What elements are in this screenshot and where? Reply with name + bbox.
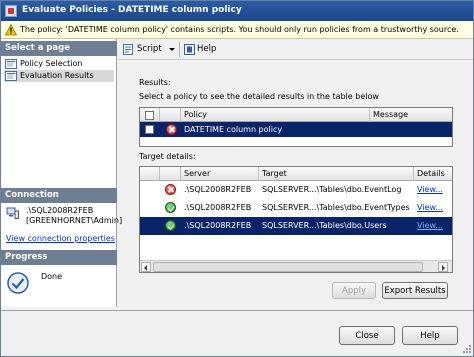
chevron-down-icon[interactable] xyxy=(169,48,175,51)
done-check-icon xyxy=(7,272,29,294)
target-name: SQLSERVER...\Tables\dbo.EventLog xyxy=(262,185,402,194)
view-details-link[interactable]: View... xyxy=(414,199,452,217)
left-pane: Select a page Policy Selection Evaluatio… xyxy=(1,39,122,307)
status-column-header xyxy=(160,167,181,181)
connection-user: [GREENHORNET\Admin] xyxy=(26,216,123,225)
results-grid-header: Policy Message xyxy=(140,108,452,122)
toolbar: Script Help xyxy=(118,39,473,60)
scrollbar-thumb[interactable] xyxy=(153,262,423,272)
policy-icon xyxy=(5,5,17,17)
policy-message xyxy=(370,122,452,137)
nav-item-label: Evaluation Results xyxy=(20,71,94,80)
horizontal-scrollbar[interactable] xyxy=(140,260,452,272)
nav-item-policy-selection[interactable]: Policy Selection xyxy=(4,58,114,70)
success-icon xyxy=(165,202,176,213)
page-icon xyxy=(5,59,17,69)
target-name: SQLSERVER...\Tables\dbo.Users xyxy=(262,221,387,230)
toolbar-separator xyxy=(179,42,180,57)
script-label: Script xyxy=(137,44,162,54)
info-message: The policy: 'DATETIME column policy' con… xyxy=(20,25,459,34)
help-button[interactable]: Help xyxy=(402,326,458,345)
target-row[interactable]: .\SQL2008R2FEB SQLSERVER...\Tables\dbo.U… xyxy=(140,217,452,235)
details-column-header[interactable]: Details xyxy=(414,167,452,181)
target-row[interactable]: .\SQL2008R2FEB SQLSERVER...\Tables\dbo.E… xyxy=(140,181,452,199)
connection-server: .\SQL2008R2FEB xyxy=(26,206,94,215)
bottom-divider xyxy=(1,310,473,311)
message-column-header[interactable]: Message xyxy=(370,108,452,122)
close-button[interactable]: Close xyxy=(339,326,395,345)
help-label: Help xyxy=(197,44,217,54)
apply-button[interactable]: Apply xyxy=(332,282,376,299)
select-page-header: Select a page xyxy=(1,41,117,56)
resize-grip-icon[interactable] xyxy=(462,344,472,354)
target-details-label: Target details: xyxy=(139,152,196,161)
target-row[interactable]: .\SQL2008R2FEB SQLSERVER...\Tables\dbo.E… xyxy=(140,199,452,217)
status-column-header xyxy=(160,108,181,122)
error-icon xyxy=(166,124,177,135)
view-details-link[interactable]: View... xyxy=(414,217,452,235)
target-server: .\SQL2008R2FEB xyxy=(184,221,252,230)
results-instruction: Select a policy to see the detailed resu… xyxy=(139,92,379,101)
results-grid[interactable]: Policy Message DATETIME column policy xyxy=(139,107,453,147)
nav-item-evaluation-results[interactable]: Evaluation Results xyxy=(4,70,114,82)
row-marker-column xyxy=(140,167,160,181)
nav-item-label: Policy Selection xyxy=(20,59,83,68)
progress-status: Done xyxy=(41,272,63,281)
target-details-grid[interactable]: Server Target Details .\SQL2008R2FEB SQL… xyxy=(139,166,453,273)
evaluate-policies-dialog: Evaluate Policies - DATETIME column poli… xyxy=(0,0,474,357)
script-icon xyxy=(123,44,133,55)
warning-icon xyxy=(5,24,17,36)
help-icon xyxy=(184,44,195,55)
policy-name: DATETIME column policy xyxy=(184,125,283,134)
success-icon xyxy=(165,220,176,231)
target-grid-header: Server Target Details xyxy=(140,167,452,181)
results-row[interactable]: DATETIME column policy xyxy=(140,122,452,137)
results-label: Results: xyxy=(139,78,171,87)
target-server: .\SQL2008R2FEB xyxy=(184,203,252,212)
progress-header: Progress xyxy=(1,250,117,265)
target-name: SQLSERVER...\Tables\dbo.EventTypes xyxy=(262,203,410,212)
target-column-header[interactable]: Target xyxy=(259,167,414,181)
select-all-checkbox[interactable] xyxy=(145,111,154,120)
info-bar: The policy: 'DATETIME column policy' con… xyxy=(1,21,473,39)
script-button[interactable]: Script xyxy=(121,42,177,57)
select-all-column[interactable] xyxy=(140,108,160,122)
scroll-left-arrow-icon[interactable] xyxy=(141,262,151,272)
connection-header: Connection xyxy=(1,188,117,203)
server-connection-icon xyxy=(6,207,19,219)
toolbar-help-button[interactable]: Help xyxy=(182,42,220,57)
server-column-header[interactable]: Server xyxy=(181,167,259,181)
view-connection-properties-link[interactable]: View connection properties xyxy=(6,234,115,243)
export-results-button[interactable]: Export Results xyxy=(382,282,448,299)
view-details-link[interactable]: View... xyxy=(414,181,452,199)
target-server: .\SQL2008R2FEB xyxy=(184,185,252,194)
title-bar[interactable]: Evaluate Policies - DATETIME column poli… xyxy=(1,1,473,21)
policy-column-header[interactable]: Policy xyxy=(181,108,370,122)
error-icon xyxy=(165,184,176,195)
page-icon xyxy=(5,71,17,81)
window-title: Evaluate Policies - DATETIME column poli… xyxy=(22,5,242,15)
scroll-right-arrow-icon[interactable] xyxy=(438,262,448,272)
row-checkbox[interactable] xyxy=(145,125,154,134)
